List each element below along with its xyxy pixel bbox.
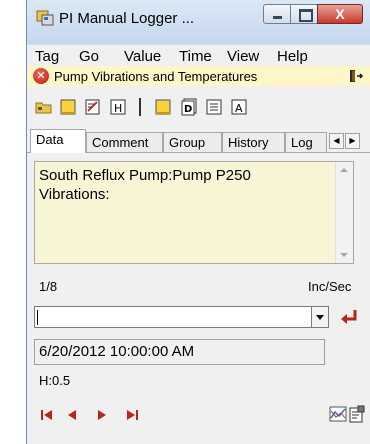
document-d-icon[interactable]: D bbox=[180, 98, 198, 116]
description-scrollbar[interactable] bbox=[335, 162, 353, 263]
next-record-icon[interactable] bbox=[94, 408, 110, 422]
svg-text:H: H bbox=[114, 102, 122, 115]
menu-help[interactable]: Help bbox=[277, 48, 308, 65]
first-record-icon[interactable] bbox=[39, 408, 55, 422]
new-icon[interactable] bbox=[59, 98, 77, 116]
tab-scroll-right-icon[interactable]: ▶ bbox=[345, 133, 360, 149]
exit-door-icon[interactable] bbox=[349, 69, 363, 83]
tag-position: 1/8 bbox=[39, 279, 58, 294]
menu-tag[interactable]: Tag bbox=[35, 48, 59, 65]
enter-value-icon[interactable] bbox=[338, 306, 360, 328]
timestamp-field[interactable]: 6/20/2012 10:00:00 AM bbox=[34, 339, 325, 365]
scroll-up-icon[interactable] bbox=[340, 168, 348, 172]
pi-manual-logger-window: PI Manual Logger ... X Tag Go Value Time… bbox=[26, 0, 370, 444]
close-button[interactable]: X bbox=[317, 4, 363, 24]
close-icon: X bbox=[335, 6, 345, 22]
window-title: PI Manual Logger ... bbox=[59, 10, 195, 27]
svg-text:A: A bbox=[235, 102, 243, 115]
menu-bar: Tag Go Value Time View Help bbox=[27, 44, 370, 67]
app-icon bbox=[36, 10, 54, 26]
tab-strip: Data Comment Group History Log ◀ ▶ bbox=[27, 128, 370, 153]
tab-scroll-left-icon[interactable]: ◀ bbox=[329, 133, 344, 149]
document-lines-icon[interactable] bbox=[205, 98, 223, 116]
last-record-icon[interactable] bbox=[124, 408, 140, 422]
tag-description: South Reflux Pump:Pump P250 Vibrations: bbox=[39, 167, 251, 203]
note-icon[interactable] bbox=[154, 98, 172, 116]
data-tab-panel: South Reflux Pump:Pump P250 Vibrations: … bbox=[27, 153, 370, 444]
menu-go[interactable]: Go bbox=[79, 48, 99, 65]
history-h-icon[interactable]: H bbox=[109, 98, 127, 116]
title-bar[interactable]: PI Manual Logger ... X bbox=[27, 0, 370, 44]
edit-icon[interactable] bbox=[84, 98, 102, 116]
tab-group[interactable]: Group bbox=[163, 132, 222, 152]
engineering-units: Inc/Sec bbox=[308, 279, 352, 294]
menu-value[interactable]: Value bbox=[124, 48, 161, 65]
status-row: ✕ Pump Vibrations and Temperatures bbox=[27, 66, 370, 86]
toolbar: H D A bbox=[27, 86, 370, 128]
scroll-down-icon[interactable] bbox=[340, 253, 348, 257]
value-dropdown-button[interactable] bbox=[312, 306, 329, 328]
document-a-icon[interactable]: A bbox=[230, 98, 248, 116]
tag-description-box: South Reflux Pump:Pump P250 Vibrations: bbox=[34, 161, 354, 264]
trend-chart-icon[interactable] bbox=[329, 406, 347, 422]
tab-comment[interactable]: Comment bbox=[86, 132, 163, 152]
toolbar-separator bbox=[139, 98, 141, 116]
error-icon: ✕ bbox=[33, 68, 49, 84]
properties-icon[interactable] bbox=[349, 405, 365, 423]
tab-data[interactable]: Data bbox=[30, 129, 86, 153]
svg-text:D: D bbox=[184, 104, 192, 115]
previous-record-icon[interactable] bbox=[64, 408, 80, 422]
limits-label: H:0.5 bbox=[39, 373, 71, 388]
minimize-button[interactable] bbox=[263, 4, 291, 24]
menu-view[interactable]: View bbox=[227, 48, 259, 65]
text-caret bbox=[37, 310, 38, 325]
status-message: Pump Vibrations and Temperatures bbox=[54, 69, 258, 84]
tab-history[interactable]: History bbox=[222, 132, 285, 152]
value-input[interactable] bbox=[34, 306, 312, 328]
maximize-button[interactable] bbox=[290, 4, 318, 24]
open-folder-icon[interactable] bbox=[35, 98, 53, 116]
menu-time[interactable]: Time bbox=[179, 48, 212, 65]
tab-log[interactable]: Log bbox=[285, 132, 327, 152]
